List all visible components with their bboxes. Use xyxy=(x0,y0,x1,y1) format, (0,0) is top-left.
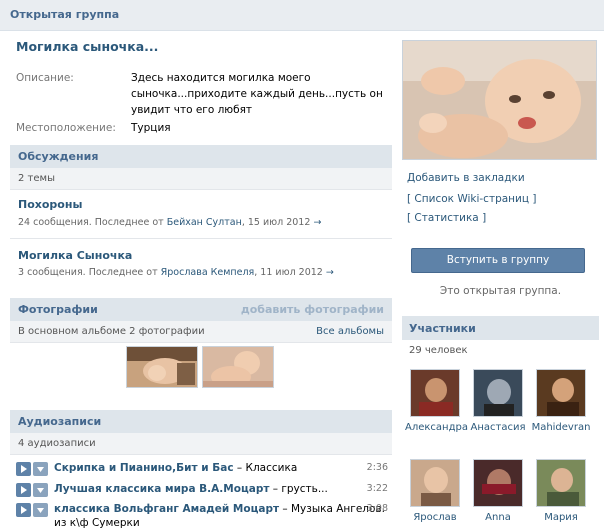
topic-last-author[interactable]: Ярослава Кемпеля xyxy=(161,267,255,278)
audio-title[interactable]: Аудиозаписи xyxy=(18,415,101,428)
audio-song-title: – грусть... xyxy=(269,483,328,495)
discussions-header[interactable]: Обсуждения xyxy=(10,145,392,168)
avatar[interactable] xyxy=(473,369,523,417)
topic-title[interactable]: Похороны xyxy=(18,198,82,211)
audio-row: Скрипка и Пианино,Бит и Бас – Классика 2… xyxy=(16,461,388,477)
arrow-right-icon[interactable]: → xyxy=(326,267,334,278)
add-photos-link[interactable]: добавить фотографии xyxy=(241,303,384,316)
play-icon[interactable] xyxy=(16,503,31,517)
members-title[interactable]: Участники xyxy=(409,322,476,335)
photos-title[interactable]: Фотографии xyxy=(18,303,98,316)
join-group-button[interactable]: Вступить в группу xyxy=(411,248,585,273)
audio-count: 4 аудиозаписи xyxy=(18,438,96,449)
topic-title[interactable]: Могилка Сыночка xyxy=(18,249,132,262)
plus-icon[interactable] xyxy=(33,462,48,476)
top-bar: Открытая группа xyxy=(0,0,604,31)
members-count: 29 человек xyxy=(409,345,468,356)
photos-summary-bar: В основном альбоме 2 фотографии Все альб… xyxy=(10,321,392,343)
audio-artist[interactable]: Скрипка и Пианино,Бит и Бас xyxy=(54,462,234,474)
page-title: Открытая группа xyxy=(10,8,120,21)
audio-artist[interactable]: классика Вольфганг Амадей Моцарт xyxy=(54,503,279,515)
audio-duration: 3:22 xyxy=(366,483,388,494)
play-icon[interactable] xyxy=(16,462,31,476)
member-name[interactable]: Ярослав xyxy=(405,512,465,523)
description-line: увидит что его любят xyxy=(131,104,253,116)
topic-date: , 11 июл 2012 xyxy=(254,267,323,278)
member[interactable]: Ярослав xyxy=(405,459,465,523)
audio-track: Скрипка и Пианино,Бит и Бас – Классика xyxy=(54,462,297,474)
description-line: сыночка...приходите каждый день...пусть … xyxy=(131,88,383,100)
avatar[interactable] xyxy=(473,459,523,507)
audio-duration: 3:08 xyxy=(366,503,388,514)
add-bookmark-link[interactable]: Добавить в закладки xyxy=(407,172,525,184)
avatar[interactable] xyxy=(536,459,586,507)
member-name[interactable]: Mahidevran xyxy=(531,422,591,433)
plus-icon[interactable] xyxy=(33,503,48,517)
audio-song-title: – Классика xyxy=(233,462,298,474)
member[interactable]: Александра xyxy=(405,369,468,433)
member[interactable]: Мария xyxy=(531,459,591,523)
description-text: Здесь находится могилка моего сыночка...… xyxy=(131,70,383,118)
location-label: Местоположение: xyxy=(16,122,116,134)
topic-meta: 3 сообщения. Последнее от Ярослава Кемпе… xyxy=(18,267,334,278)
topic-last-author[interactable]: Бейхан Султан xyxy=(167,217,242,228)
description-line: Здесь находится могилка моего xyxy=(131,72,311,84)
description-label: Описание: xyxy=(16,72,74,84)
audio-track-extra: из к\ф Сумерки xyxy=(54,517,140,529)
arrow-right-icon[interactable]: → xyxy=(313,217,321,228)
audio-row: Лучшая классика мира В.А.Моцарт – грусть… xyxy=(16,482,388,498)
wiki-pages-link[interactable]: [ Список Wiki-страниц ] xyxy=(407,193,536,205)
audio-header[interactable]: Аудиозаписи xyxy=(10,410,392,433)
member[interactable]: Mahidevran xyxy=(531,369,591,433)
audio-row: классика Вольфганг Амадей Моцарт – Музык… xyxy=(16,502,388,531)
avatar[interactable] xyxy=(410,369,460,417)
topic-date: , 15 июл 2012 xyxy=(241,217,311,228)
photo-thumbnail[interactable] xyxy=(202,346,274,388)
member-name[interactable]: Александра xyxy=(405,422,468,433)
member[interactable]: Анастасия xyxy=(468,369,528,433)
all-albums-link[interactable]: Все альбомы xyxy=(316,326,384,337)
members-header[interactable]: Участники xyxy=(402,316,599,340)
discussions-title[interactable]: Обсуждения xyxy=(18,150,98,163)
member[interactable]: Anna xyxy=(468,459,528,523)
topic-meta-prefix: 3 сообщения. Последнее от xyxy=(18,267,161,278)
audio-artist[interactable]: Лучшая классика мира В.А.Моцарт xyxy=(54,483,269,495)
photos-summary: В основном альбоме 2 фотографии xyxy=(18,326,205,337)
audio-count-bar: 4 аудиозаписи xyxy=(10,433,392,455)
member-name[interactable]: Мария xyxy=(531,512,591,523)
main-column: Могилка сыночка... Описание: Здесь наход… xyxy=(0,31,397,531)
divider xyxy=(10,238,392,239)
audio-track: Лучшая классика мира В.А.Моцарт – грусть… xyxy=(54,483,328,495)
photos-header[interactable]: Фотографии добавить фотографии xyxy=(10,298,392,321)
discussions-count-bar: 2 темы xyxy=(10,168,392,190)
open-group-note: Это открытая группа. xyxy=(439,285,562,297)
plus-icon[interactable] xyxy=(33,483,48,497)
group-name: Могилка сыночка... xyxy=(16,39,159,54)
member-name[interactable]: Анастасия xyxy=(468,422,528,433)
discussions-count: 2 темы xyxy=(18,173,55,184)
group-avatar[interactable] xyxy=(402,40,597,160)
audio-track: классика Вольфганг Амадей Моцарт – Музык… xyxy=(54,503,385,515)
avatar[interactable] xyxy=(410,459,460,507)
sidebar: Добавить в закладки [ Список Wiki-страни… xyxy=(397,31,604,531)
member-name[interactable]: Anna xyxy=(468,512,528,523)
topic-meta-prefix: 24 сообщения. Последнее от xyxy=(18,217,167,228)
photo-thumbnail[interactable] xyxy=(126,346,198,388)
audio-duration: 2:36 xyxy=(366,462,388,473)
avatar[interactable] xyxy=(536,369,586,417)
location-value: Турция xyxy=(131,122,171,134)
statistics-link[interactable]: [ Статистика ] xyxy=(407,212,486,224)
topic-meta: 24 сообщения. Последнее от Бейхан Султан… xyxy=(18,217,321,228)
play-icon[interactable] xyxy=(16,483,31,497)
